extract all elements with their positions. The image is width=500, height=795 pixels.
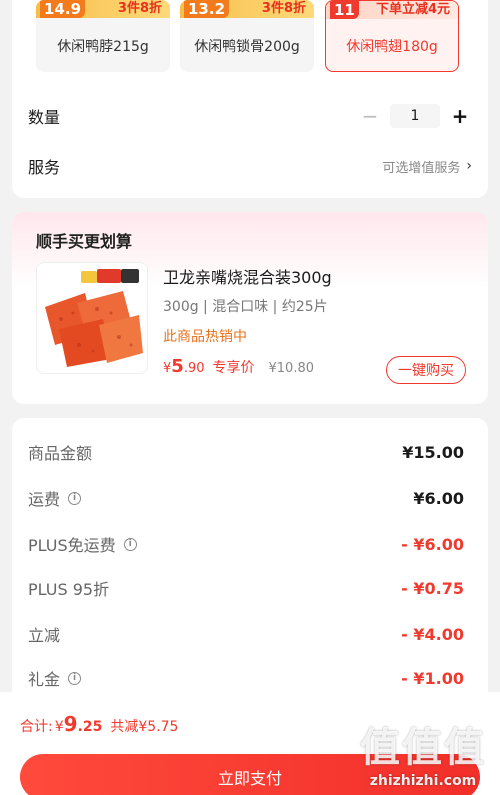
order-total: 合计: ¥ 9 .25 共减¥5.75: [20, 712, 178, 736]
variant-promo: 下单立减4元: [375, 2, 450, 17]
watermark-url: zhizhizhi.com: [369, 773, 477, 789]
variant-name: 休闲鸭锁骨200g: [194, 39, 300, 55]
one-click-buy-button[interactable]: 一键购买: [386, 356, 466, 384]
variant-option-duck-wing[interactable]: 11 下单立减4元 休闲鸭翅180g: [325, 0, 459, 72]
service-label: 服务: [28, 158, 61, 177]
snack-image-icon: [37, 263, 147, 373]
product-thumbnail[interactable]: [36, 262, 148, 374]
quantity-label: 数量: [28, 108, 61, 127]
variant-promo: 3件8折: [261, 1, 306, 16]
summary-row: 商品金额 ¥15.00: [28, 440, 464, 464]
variant-price: 11: [330, 1, 359, 19]
plus-icon[interactable]: +: [448, 104, 472, 128]
summary-label: PLUS免运费: [28, 536, 116, 555]
minus-icon[interactable]: −: [358, 104, 382, 128]
summary-label: 立减: [28, 626, 61, 645]
total-symbol: ¥: [54, 719, 64, 735]
summary-value: - ¥4.00: [401, 624, 464, 644]
quantity-input[interactable]: 1: [390, 104, 440, 128]
variant-card: 14.9 3件8折 休闲鸭脖215g 13.2 3件8折 休闲鸭锁骨200g 1…: [12, 0, 488, 198]
price-tag: 专享价: [212, 360, 255, 376]
checkout-bar: 合计: ¥ 9 .25 共减¥5.75 立即支付 值值值 zhizhizhi.c…: [0, 692, 500, 795]
site-watermark: 值值值 zhizhizhi.com: [360, 715, 486, 789]
variant-promo: 3件8折: [117, 1, 162, 16]
variant-promo-banner: 14.9 3件8折: [36, 0, 170, 18]
chevron-right-icon: ›: [466, 158, 472, 174]
total-integer: 9: [63, 712, 78, 736]
summary-value: ¥6.00: [413, 488, 464, 508]
info-icon[interactable]: i: [68, 671, 82, 685]
variant-option-duck-collarbone[interactable]: 13.2 3件8折 休闲鸭锁骨200g: [180, 0, 314, 72]
hot-sale-label: 此商品热销中: [163, 329, 247, 345]
variant-price: 14.9: [40, 0, 86, 18]
quantity-stepper: − 1 +: [358, 104, 472, 128]
summary-value: - ¥0.75: [401, 578, 464, 598]
original-price: ¥10.80: [268, 361, 315, 376]
price-summary-card: 商品金额 ¥15.00 运费 i ¥6.00 PLUS免运费 i - ¥6.00 P…: [12, 418, 488, 718]
price-symbol: ¥: [163, 361, 172, 376]
summary-label: 商品金额: [28, 444, 93, 463]
bundle-title: 顺手买更划算: [36, 232, 133, 251]
summary-row: 礼金 i - ¥1.00: [28, 666, 464, 690]
product-price: ¥ 5 .90 专享价 ¥10.80: [163, 356, 314, 377]
info-icon[interactable]: i: [123, 537, 137, 551]
total-label: 合计:: [20, 719, 53, 735]
summary-row: PLUS免运费 i - ¥6.00: [28, 532, 464, 556]
variant-price: 13.2: [184, 0, 230, 18]
price-decimal: .90: [183, 361, 205, 376]
quantity-row: 数量 − 1 +: [28, 104, 472, 128]
info-icon[interactable]: i: [68, 491, 82, 505]
service-row[interactable]: 服务 可选增值服务 ›: [28, 154, 472, 178]
variant-name: 休闲鸭翅180g: [346, 39, 438, 55]
summary-label: 运费: [28, 490, 61, 509]
service-selector[interactable]: 可选增值服务 ›: [382, 157, 472, 176]
summary-value: ¥15.00: [402, 442, 464, 462]
watermark-glyphs: 值值值: [360, 725, 486, 771]
variant-option-duck-neck[interactable]: 14.9 3件8折 休闲鸭脖215g: [36, 0, 170, 72]
service-value: 可选增值服务: [382, 160, 461, 176]
price-integer: 5: [171, 356, 184, 377]
variant-name: 休闲鸭脖215g: [57, 39, 149, 55]
product-name[interactable]: 卫龙亲嘴烧混合装300g: [163, 264, 332, 288]
summary-label: PLUS 95折: [28, 580, 110, 599]
summary-label: 礼金: [28, 670, 61, 689]
product-spec: 300g | 混合口味 | 约25片: [163, 299, 328, 315]
variant-promo-banner: 11 下单立减4元: [326, 1, 458, 19]
summary-row: PLUS 95折 - ¥0.75: [28, 576, 464, 600]
variant-promo-banner: 13.2 3件8折: [180, 0, 314, 18]
total-discount: 共减¥5.75: [110, 719, 179, 735]
bundle-card: 顺手买更划算 卫龙亲嘴烧混合装300g 300g | 混合口味 | 约25片 此…: [12, 212, 488, 404]
summary-value: - ¥6.00: [401, 534, 464, 554]
summary-row: 立减 - ¥4.00: [28, 622, 464, 646]
summary-row: 运费 i ¥6.00: [28, 486, 464, 510]
summary-value: - ¥1.00: [401, 668, 464, 688]
total-decimal: .25: [77, 719, 103, 735]
